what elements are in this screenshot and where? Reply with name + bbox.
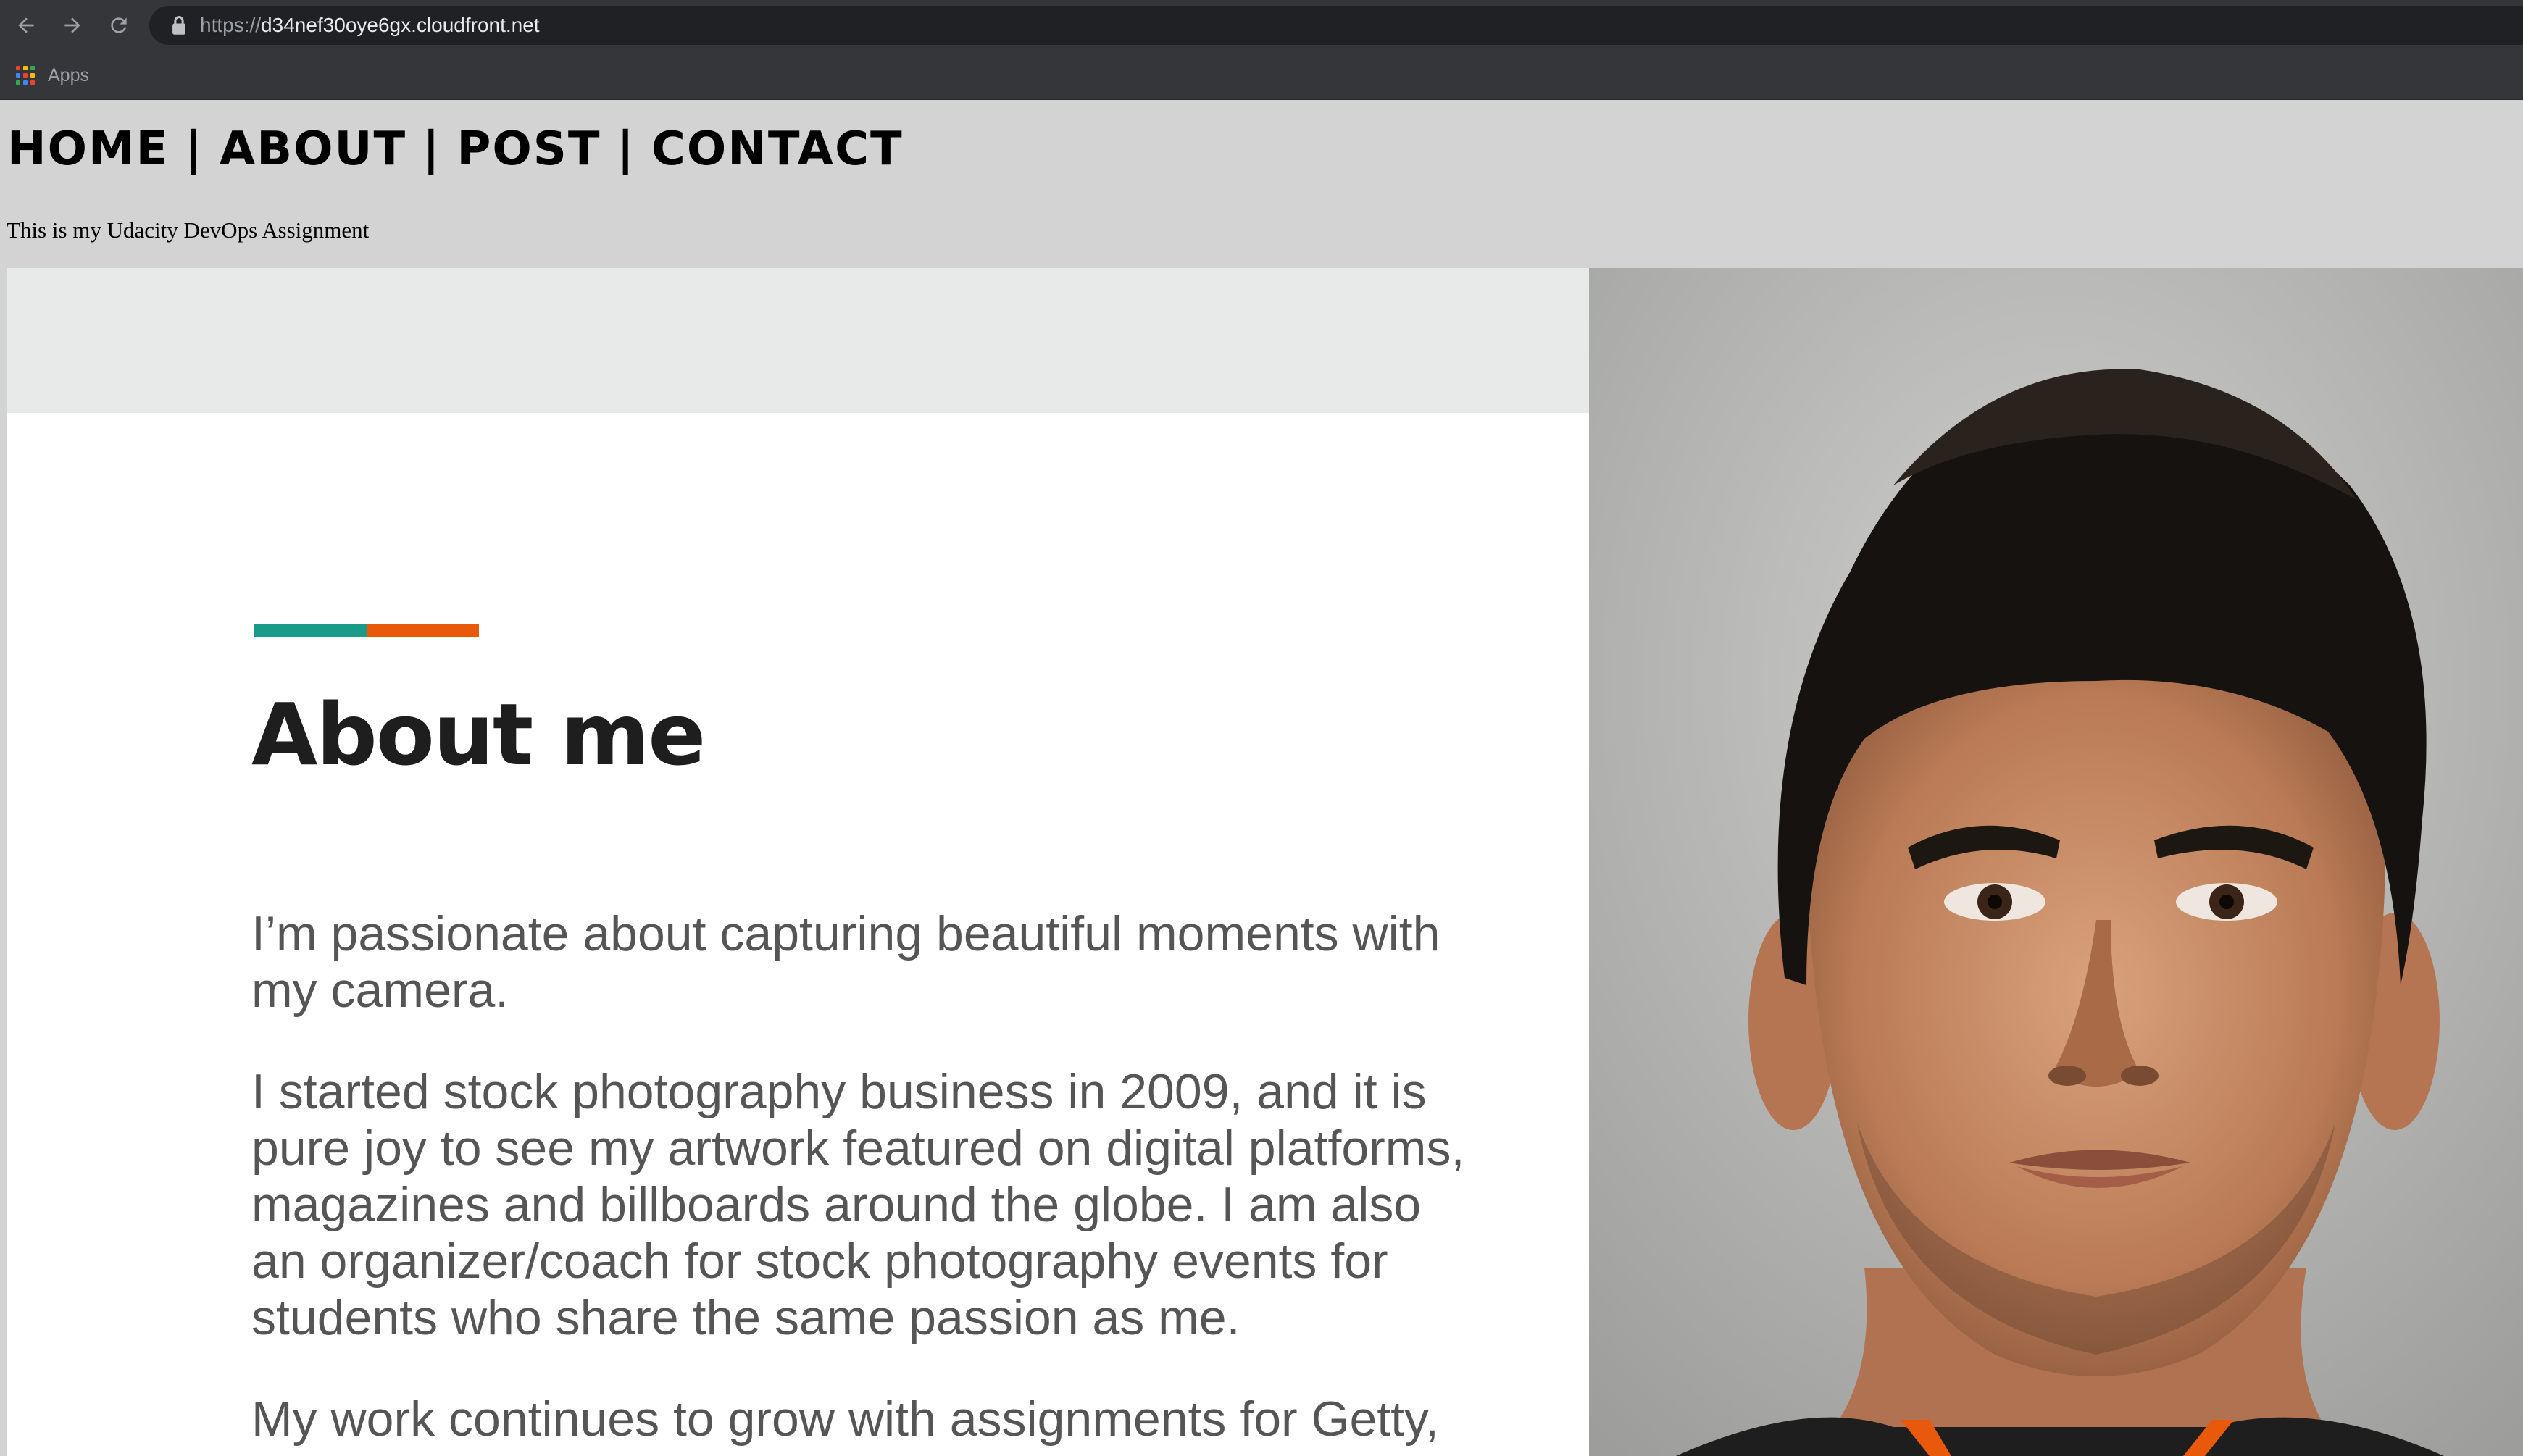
address-bar[interactable]: https://d34nef30oye6gx.cloudfront.net: [149, 6, 2523, 45]
portrait-photo: [1589, 268, 2523, 1456]
accent-orange: [367, 624, 479, 637]
url-text: https://d34nef30oye6gx.cloudfront.net: [200, 6, 540, 45]
site-tagline: This is my Udacity DevOps Assignment: [7, 217, 370, 243]
nav-link-home[interactable]: HOME: [7, 122, 169, 176]
about-section: About me I’m passionate about capturing …: [7, 268, 1589, 1456]
back-arrow-icon[interactable]: [10, 9, 42, 41]
apps-grid-dot: [16, 80, 20, 85]
apps-grid-dot: [23, 80, 28, 85]
accent-teal: [254, 624, 367, 637]
apps-grid-dot: [30, 66, 35, 70]
browser-toolbar: https://d34nef30oye6gx.cloudfront.net: [0, 0, 2523, 51]
apps-grid-icon: [16, 66, 35, 85]
url-scheme: https://: [200, 14, 262, 36]
about-paragraph: I’m passionate about capturing beautiful…: [251, 906, 1440, 1018]
nav-link-post[interactable]: POST: [456, 122, 601, 176]
about-copy: I’m passionate about capturing beautiful…: [251, 905, 1483, 1456]
site-nav: HOME | ABOUT | POST | CONTACT: [7, 126, 904, 172]
about-header-band: [7, 268, 1589, 413]
apps-grid-dot: [30, 80, 35, 85]
apps-grid-dot: [23, 73, 28, 78]
bookmark-label: Apps: [48, 64, 89, 85]
apps-grid-dot: [16, 66, 20, 70]
nav-separator: |: [617, 122, 635, 176]
accent-divider: [254, 624, 479, 637]
lock-icon: [172, 16, 185, 35]
bookmarks-bar: Apps: [0, 51, 2523, 100]
portrait-image: [1589, 268, 2523, 1456]
nav-link-contact[interactable]: CONTACT: [651, 122, 904, 176]
apps-grid-dot: [16, 73, 20, 78]
url-host: d34nef30oye6gx.cloudfront.net: [261, 14, 540, 36]
nav-separator: |: [422, 122, 441, 176]
page-body: HOME | ABOUT | POST | CONTACT This is my Udaci…: [0, 100, 2523, 1456]
apps-grid-dot: [30, 73, 35, 78]
nav-link-about[interactable]: ABOUT: [220, 122, 406, 176]
about-paragraph: My work continues to grow with assignmen…: [251, 1392, 1439, 1447]
reload-icon[interactable]: [103, 9, 135, 41]
about-heading: About me: [251, 685, 706, 785]
forward-arrow-icon[interactable]: [57, 9, 88, 41]
bookmark-apps[interactable]: Apps: [16, 64, 89, 87]
about-paragraph: I started stock photography business in …: [251, 1064, 1465, 1345]
apps-grid-dot: [23, 66, 28, 70]
nav-separator: |: [185, 122, 204, 176]
